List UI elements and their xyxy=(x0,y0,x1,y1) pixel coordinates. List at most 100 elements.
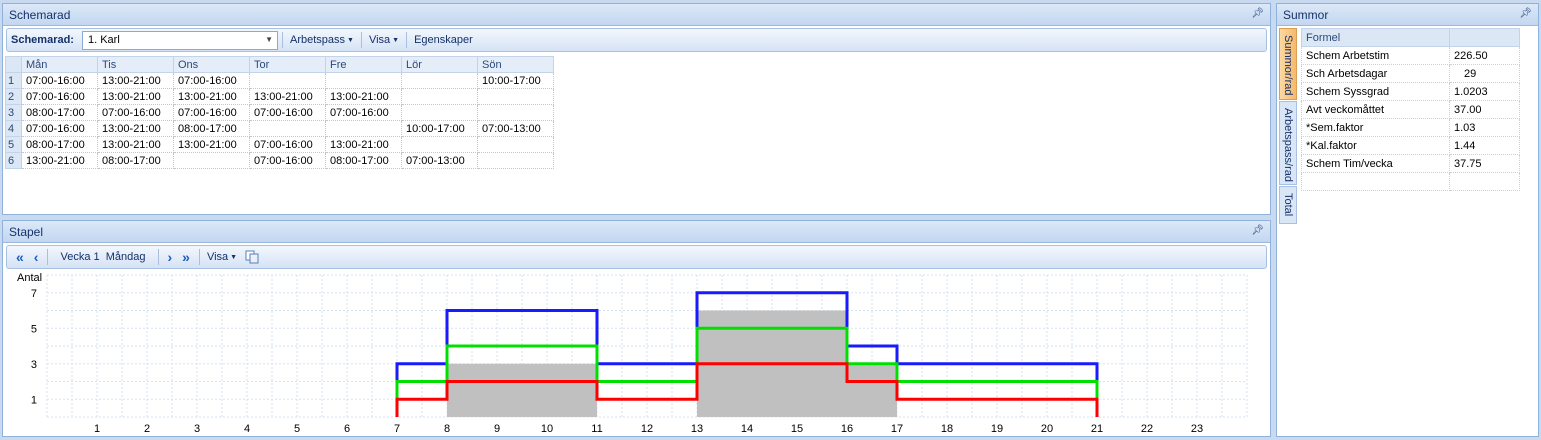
summor-row[interactable]: Avt veckomåttet 37.00 xyxy=(1301,100,1520,119)
table-cell[interactable]: 13:00-21:00 xyxy=(97,120,174,137)
table-cell[interactable]: 07:00-16:00 xyxy=(173,72,250,89)
column-header-mon[interactable]: Mån xyxy=(21,56,98,73)
x-tick-label: 22 xyxy=(1141,423,1153,435)
table-cell[interactable]: 13:00-21:00 xyxy=(325,88,402,105)
row-number: 3 xyxy=(5,104,22,121)
pin-icon[interactable]: 📌︎ xyxy=(1519,8,1532,19)
table-cell[interactable] xyxy=(325,72,402,89)
table-cell[interactable]: 08:00-17:00 xyxy=(21,136,98,153)
table-cell[interactable]: 07:00-16:00 xyxy=(249,152,326,169)
table-cell[interactable]: 08:00-17:00 xyxy=(173,120,250,137)
table-cell[interactable]: 07:00-13:00 xyxy=(401,152,478,169)
table-cell[interactable] xyxy=(401,72,478,89)
table-cell[interactable]: 07:00-16:00 xyxy=(21,72,98,89)
summor-label: *Sem.faktor xyxy=(1301,118,1450,137)
table-cell[interactable] xyxy=(249,120,326,137)
x-tick-label: 21 xyxy=(1091,423,1103,435)
table-cell[interactable]: 13:00-21:00 xyxy=(173,136,250,153)
table-cell[interactable]: 13:00-21:00 xyxy=(97,72,174,89)
table-cell[interactable]: 13:00-21:00 xyxy=(173,88,250,105)
schemarad-combo-value: 1. Karl xyxy=(87,34,120,46)
x-tick-label: 13 xyxy=(691,423,703,435)
next-day-icon[interactable]: › xyxy=(163,249,178,265)
arbetspass-button[interactable]: Arbetspass ▼ xyxy=(287,34,357,46)
table-cell[interactable]: 13:00-21:00 xyxy=(249,88,326,105)
tab-summor-rad[interactable]: Summor/rad xyxy=(1279,28,1297,100)
x-tick-label: 3 xyxy=(194,423,200,435)
pin-icon[interactable]: 📌︎ xyxy=(1251,225,1264,236)
summor-row[interactable]: Schem Syssgrad 1.0203 xyxy=(1301,82,1520,101)
table-cell[interactable] xyxy=(401,104,478,121)
stapel-visa-button[interactable]: Visa ▼ xyxy=(204,251,240,263)
first-week-icon[interactable]: « xyxy=(11,249,29,265)
table-cell[interactable]: 07:00-16:00 xyxy=(173,104,250,121)
y-tick-label: 1 xyxy=(31,394,37,406)
x-tick-label: 10 xyxy=(541,423,553,435)
table-row[interactable]: 2 07:00-16:00 13:00-21:00 13:00-21:00 13… xyxy=(5,88,554,105)
table-cell[interactable]: 13:00-21:00 xyxy=(325,136,402,153)
table-cell[interactable]: 13:00-21:00 xyxy=(97,88,174,105)
summor-empty-cell xyxy=(1301,172,1450,191)
previous-day-icon[interactable]: ‹ xyxy=(29,249,44,265)
table-cell[interactable]: 10:00-17:00 xyxy=(401,120,478,137)
table-row[interactable]: 1 07:00-16:00 13:00-21:00 07:00-16:00 10… xyxy=(5,72,554,89)
visa-button[interactable]: Visa ▼ xyxy=(366,34,402,46)
column-header-sat[interactable]: Lör xyxy=(401,56,478,73)
x-tick-label: 17 xyxy=(891,423,903,435)
table-row[interactable]: 5 08:00-17:00 13:00-21:00 13:00-21:00 07… xyxy=(5,136,554,153)
table-cell[interactable]: 07:00-16:00 xyxy=(249,136,326,153)
dropdown-caret-icon: ▼ xyxy=(347,36,354,44)
table-cell[interactable] xyxy=(477,136,554,153)
summor-row[interactable]: Schem Tim/vecka 37.75 xyxy=(1301,154,1520,173)
table-cell[interactable]: 08:00-17:00 xyxy=(325,152,402,169)
summor-label: *Kal.faktor xyxy=(1301,136,1450,155)
table-row[interactable]: 3 08:00-17:00 07:00-16:00 07:00-16:00 07… xyxy=(5,104,554,121)
column-header-fri[interactable]: Fre xyxy=(325,56,402,73)
table-cell[interactable]: 08:00-17:00 xyxy=(21,104,98,121)
table-cell[interactable]: 07:00-16:00 xyxy=(325,104,402,121)
tab-arbetspass-rad[interactable]: Arbetspass/rad xyxy=(1279,101,1297,185)
summor-row[interactable]: *Kal.faktor 1.44 xyxy=(1301,136,1520,155)
table-cell[interactable]: 13:00-21:00 xyxy=(21,152,98,169)
table-cell[interactable] xyxy=(249,72,326,89)
value-header[interactable] xyxy=(1449,28,1520,47)
table-cell[interactable] xyxy=(477,88,554,105)
table-cell[interactable] xyxy=(325,120,402,137)
formel-header[interactable]: Formel xyxy=(1301,28,1450,47)
copy-icon[interactable] xyxy=(242,250,262,264)
summor-row[interactable]: *Sem.faktor 1.03 xyxy=(1301,118,1520,137)
table-cell[interactable] xyxy=(477,104,554,121)
table-cell[interactable] xyxy=(173,152,250,169)
y-axis-label: Antal xyxy=(17,272,42,284)
table-cell[interactable]: 07:00-16:00 xyxy=(97,104,174,121)
table-cell[interactable]: 08:00-17:00 xyxy=(97,152,174,169)
tab-total[interactable]: Total xyxy=(1279,186,1297,224)
column-header-thu[interactable]: Tor xyxy=(249,56,326,73)
table-cell[interactable]: 07:00-16:00 xyxy=(21,120,98,137)
table-cell[interactable]: 07:00-13:00 xyxy=(477,120,554,137)
column-header-sun[interactable]: Sön xyxy=(477,56,554,73)
table-cell[interactable]: 13:00-21:00 xyxy=(97,136,174,153)
summor-row[interactable]: Sch Arbetsdagar 29 xyxy=(1301,64,1520,83)
egenskaper-button[interactable]: Egenskaper xyxy=(411,34,476,46)
table-row[interactable]: 4 07:00-16:00 13:00-21:00 08:00-17:00 10… xyxy=(5,120,554,137)
summor-value: 29 xyxy=(1449,64,1520,83)
toolbar-separator xyxy=(281,32,283,48)
table-cell[interactable] xyxy=(401,136,478,153)
table-cell[interactable]: 10:00-17:00 xyxy=(477,72,554,89)
table-cell[interactable] xyxy=(401,88,478,105)
x-tick-label: 2 xyxy=(144,423,150,435)
schemarad-combo[interactable]: 1. Karl ▼ xyxy=(81,30,278,50)
summor-label: Schem Syssgrad xyxy=(1301,82,1450,101)
table-cell[interactable]: 07:00-16:00 xyxy=(21,88,98,105)
column-header-tue[interactable]: Tis xyxy=(97,56,174,73)
last-week-icon[interactable]: » xyxy=(177,249,195,265)
column-header-wed[interactable]: Ons xyxy=(173,56,250,73)
table-cell[interactable]: 07:00-16:00 xyxy=(249,104,326,121)
table-cell[interactable] xyxy=(477,152,554,169)
summor-row[interactable]: Schem Arbetstim 226.50 xyxy=(1301,46,1520,65)
week-label: Vecka 1 xyxy=(60,251,100,263)
summor-value: 1.0203 xyxy=(1449,82,1520,101)
pin-icon[interactable]: 📌︎ xyxy=(1251,8,1264,19)
table-row[interactable]: 6 13:00-21:00 08:00-17:00 07:00-16:00 08… xyxy=(5,152,554,169)
